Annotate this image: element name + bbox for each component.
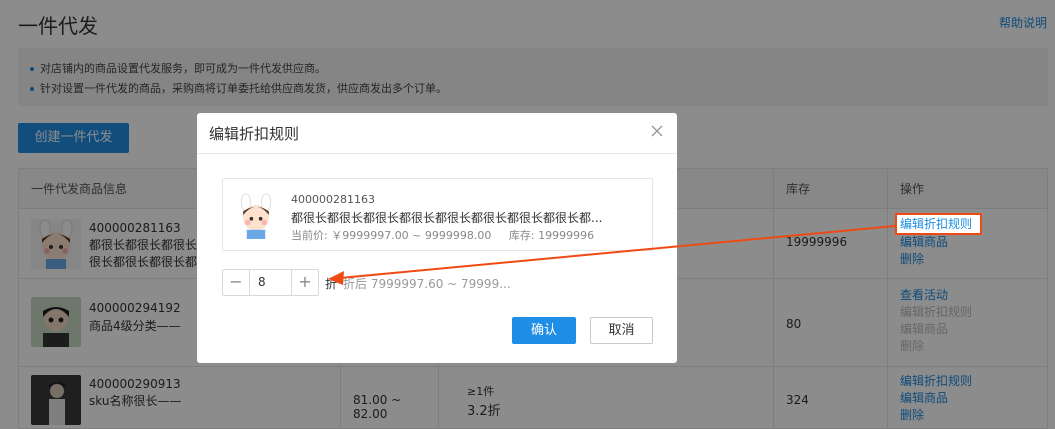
annotation-arrow bbox=[328, 225, 896, 285]
